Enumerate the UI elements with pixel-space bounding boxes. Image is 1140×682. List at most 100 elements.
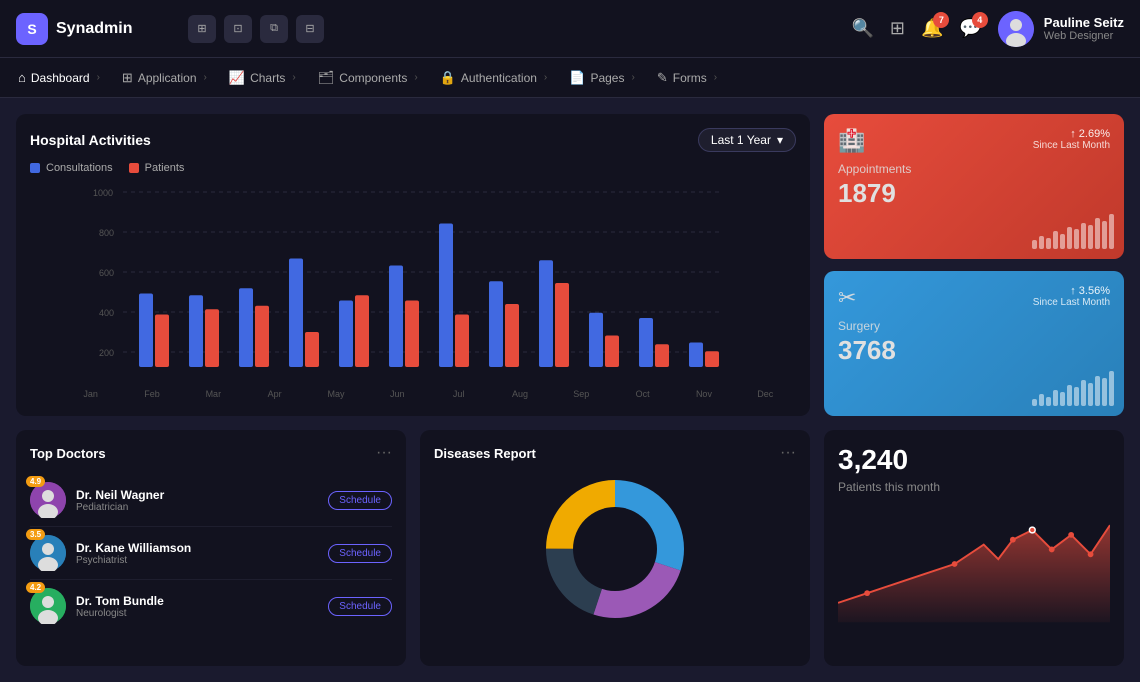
mini-bar-item <box>1081 223 1086 249</box>
surgery-name: Surgery <box>838 319 1110 333</box>
tool-btn-2[interactable]: ⊡ <box>224 15 252 43</box>
tool-btn-3[interactable]: ⧉ <box>260 15 288 43</box>
doctors-title: Top Doctors <box>30 446 106 461</box>
tool-btn-1[interactable]: ⊞ <box>188 15 216 43</box>
dashboard-icon: ⌂ <box>18 70 26 85</box>
components-icon: 🗂 <box>318 70 335 86</box>
donut-chart-container <box>434 474 796 624</box>
schedule-button[interactable]: Schedule <box>328 491 392 510</box>
doctor-name: Dr. Kane Williamson <box>76 541 318 555</box>
logo-area: S Synadmin <box>16 13 176 45</box>
tool-btn-4[interactable]: ⊟ <box>296 15 324 43</box>
mini-bar-item <box>1039 394 1044 406</box>
surgery-change: ↑ 3.56% <box>1033 285 1110 297</box>
hospital-activities-card: Hospital Activities Last 1 Year ▾ Consul… <box>16 114 810 416</box>
charts-icon: 📈 <box>229 70 245 86</box>
mini-bar-item <box>1060 392 1065 406</box>
diseases-more-btn[interactable]: ··· <box>780 444 796 462</box>
mini-bar-item <box>1060 234 1065 249</box>
mini-bar-item <box>1088 383 1093 406</box>
main-content: Hospital Activities Last 1 Year ▾ Consul… <box>0 98 1140 682</box>
mini-bar-item <box>1053 390 1058 406</box>
x-dec: Dec <box>735 389 796 399</box>
x-jan: Jan <box>60 389 121 399</box>
mini-bar-item <box>1102 221 1107 249</box>
x-oct: Oct <box>612 389 673 399</box>
user-name: Pauline Seitz <box>1044 15 1124 30</box>
legend-patients: Patients <box>129 162 185 174</box>
surgery-card: ✂ ↑ 3.56% Since Last Month Surgery 3768 <box>824 271 1124 416</box>
stats-column: 🏥 ↑ 2.69% Since Last Month Appointments … <box>824 114 1124 416</box>
mini-bar-item <box>1032 399 1037 406</box>
appointments-icon: 🏥 <box>838 128 865 154</box>
nav-label-auth: Authentication <box>461 71 537 85</box>
mini-bar-item <box>1081 380 1086 406</box>
nav-item-pages[interactable]: 📄 Pages › <box>559 66 645 90</box>
bar-chart: 1000 800 600 400 200 <box>30 182 796 382</box>
nav-item-application[interactable]: ⊞ Application › <box>112 66 217 90</box>
doctor-avatar: 4.2 <box>30 588 66 624</box>
svg-text:400: 400 <box>99 308 114 318</box>
x-jun: Jun <box>367 389 428 399</box>
period-label: Last 1 Year <box>711 133 771 147</box>
chevron-dashboard: › <box>97 72 100 83</box>
schedule-button[interactable]: Schedule <box>328 597 392 616</box>
search-button[interactable]: 🔍 <box>851 18 873 39</box>
x-sep: Sep <box>551 389 612 399</box>
period-chevron: ▾ <box>777 133 783 147</box>
chevron-auth: › <box>544 72 547 83</box>
appointments-mini-bars <box>1032 209 1114 249</box>
doctors-more-btn[interactable]: ··· <box>376 444 392 462</box>
appointments-top: 🏥 ↑ 2.69% Since Last Month <box>838 128 1110 154</box>
nav-item-charts[interactable]: 📈 Charts › <box>219 66 306 90</box>
message-badge: 4 <box>972 12 988 28</box>
forms-icon: ✎ <box>657 70 668 86</box>
x-may: May <box>305 389 366 399</box>
x-feb: Feb <box>121 389 182 399</box>
apps-button[interactable]: ⊞ <box>890 18 905 39</box>
schedule-button[interactable]: Schedule <box>328 544 392 563</box>
appointments-card: 🏥 ↑ 2.69% Since Last Month Appointments … <box>824 114 1124 259</box>
user-info: Pauline Seitz Web Designer <box>998 11 1124 47</box>
doctor-item: 3.5 Dr. Kane Williamson Psychiatrist Sch… <box>30 527 392 580</box>
mini-bar-item <box>1088 225 1093 249</box>
doctor-info: Dr. Kane Williamson Psychiatrist <box>76 541 318 566</box>
chevron-charts: › <box>292 72 295 83</box>
appointments-since: Since Last Month <box>1033 140 1110 151</box>
bar-chart-wrap: 1000 800 600 400 200 Jan Feb Mar Apr May… <box>30 182 796 382</box>
chevron-pages: › <box>631 72 634 83</box>
surgery-top: ✂ ↑ 3.56% Since Last Month <box>838 285 1110 311</box>
nav-item-components[interactable]: 🗂 Components › <box>308 66 428 90</box>
notification-badge: 7 <box>933 12 949 28</box>
legend-consultations: Consultations <box>30 162 113 174</box>
user-text: Pauline Seitz Web Designer <box>1044 15 1124 42</box>
area-chart <box>838 504 1110 624</box>
nav-label-charts: Charts <box>250 71 285 85</box>
mini-bar-item <box>1032 240 1037 249</box>
surgery-mini-bars <box>1032 366 1114 406</box>
doctors-header: Top Doctors ··· <box>30 444 392 462</box>
x-jul: Jul <box>428 389 489 399</box>
x-apr: Apr <box>244 389 305 399</box>
mini-bar-item <box>1053 231 1058 249</box>
appointments-change-info: ↑ 2.69% Since Last Month <box>1033 128 1110 151</box>
patients-month-card: 3,240 Patients this month <box>824 430 1124 666</box>
message-button[interactable]: 💬 4 <box>959 18 981 39</box>
chevron-forms: › <box>714 72 717 83</box>
app-name: Synadmin <box>56 20 132 38</box>
doctor-spec: Pediatrician <box>76 502 318 513</box>
period-selector[interactable]: Last 1 Year ▾ <box>698 128 796 152</box>
svg-text:800: 800 <box>99 228 114 238</box>
nav-item-forms[interactable]: ✎ Forms › <box>647 66 727 90</box>
doctor-rating: 4.2 <box>26 582 45 593</box>
chart-title: Hospital Activities <box>30 132 151 148</box>
nav-item-dashboard[interactable]: ⌂ Dashboard › <box>8 66 110 89</box>
nav-item-auth[interactable]: 🔒 Authentication › <box>430 66 558 90</box>
doctor-spec: Neurologist <box>76 608 318 619</box>
user-avatar <box>998 11 1034 47</box>
legend-dot-patients <box>129 163 139 173</box>
notification-button[interactable]: 🔔 7 <box>921 18 943 39</box>
appointments-change: ↑ 2.69% <box>1033 128 1110 140</box>
doctor-name: Dr. Tom Bundle <box>76 594 318 608</box>
svg-text:600: 600 <box>99 268 114 278</box>
